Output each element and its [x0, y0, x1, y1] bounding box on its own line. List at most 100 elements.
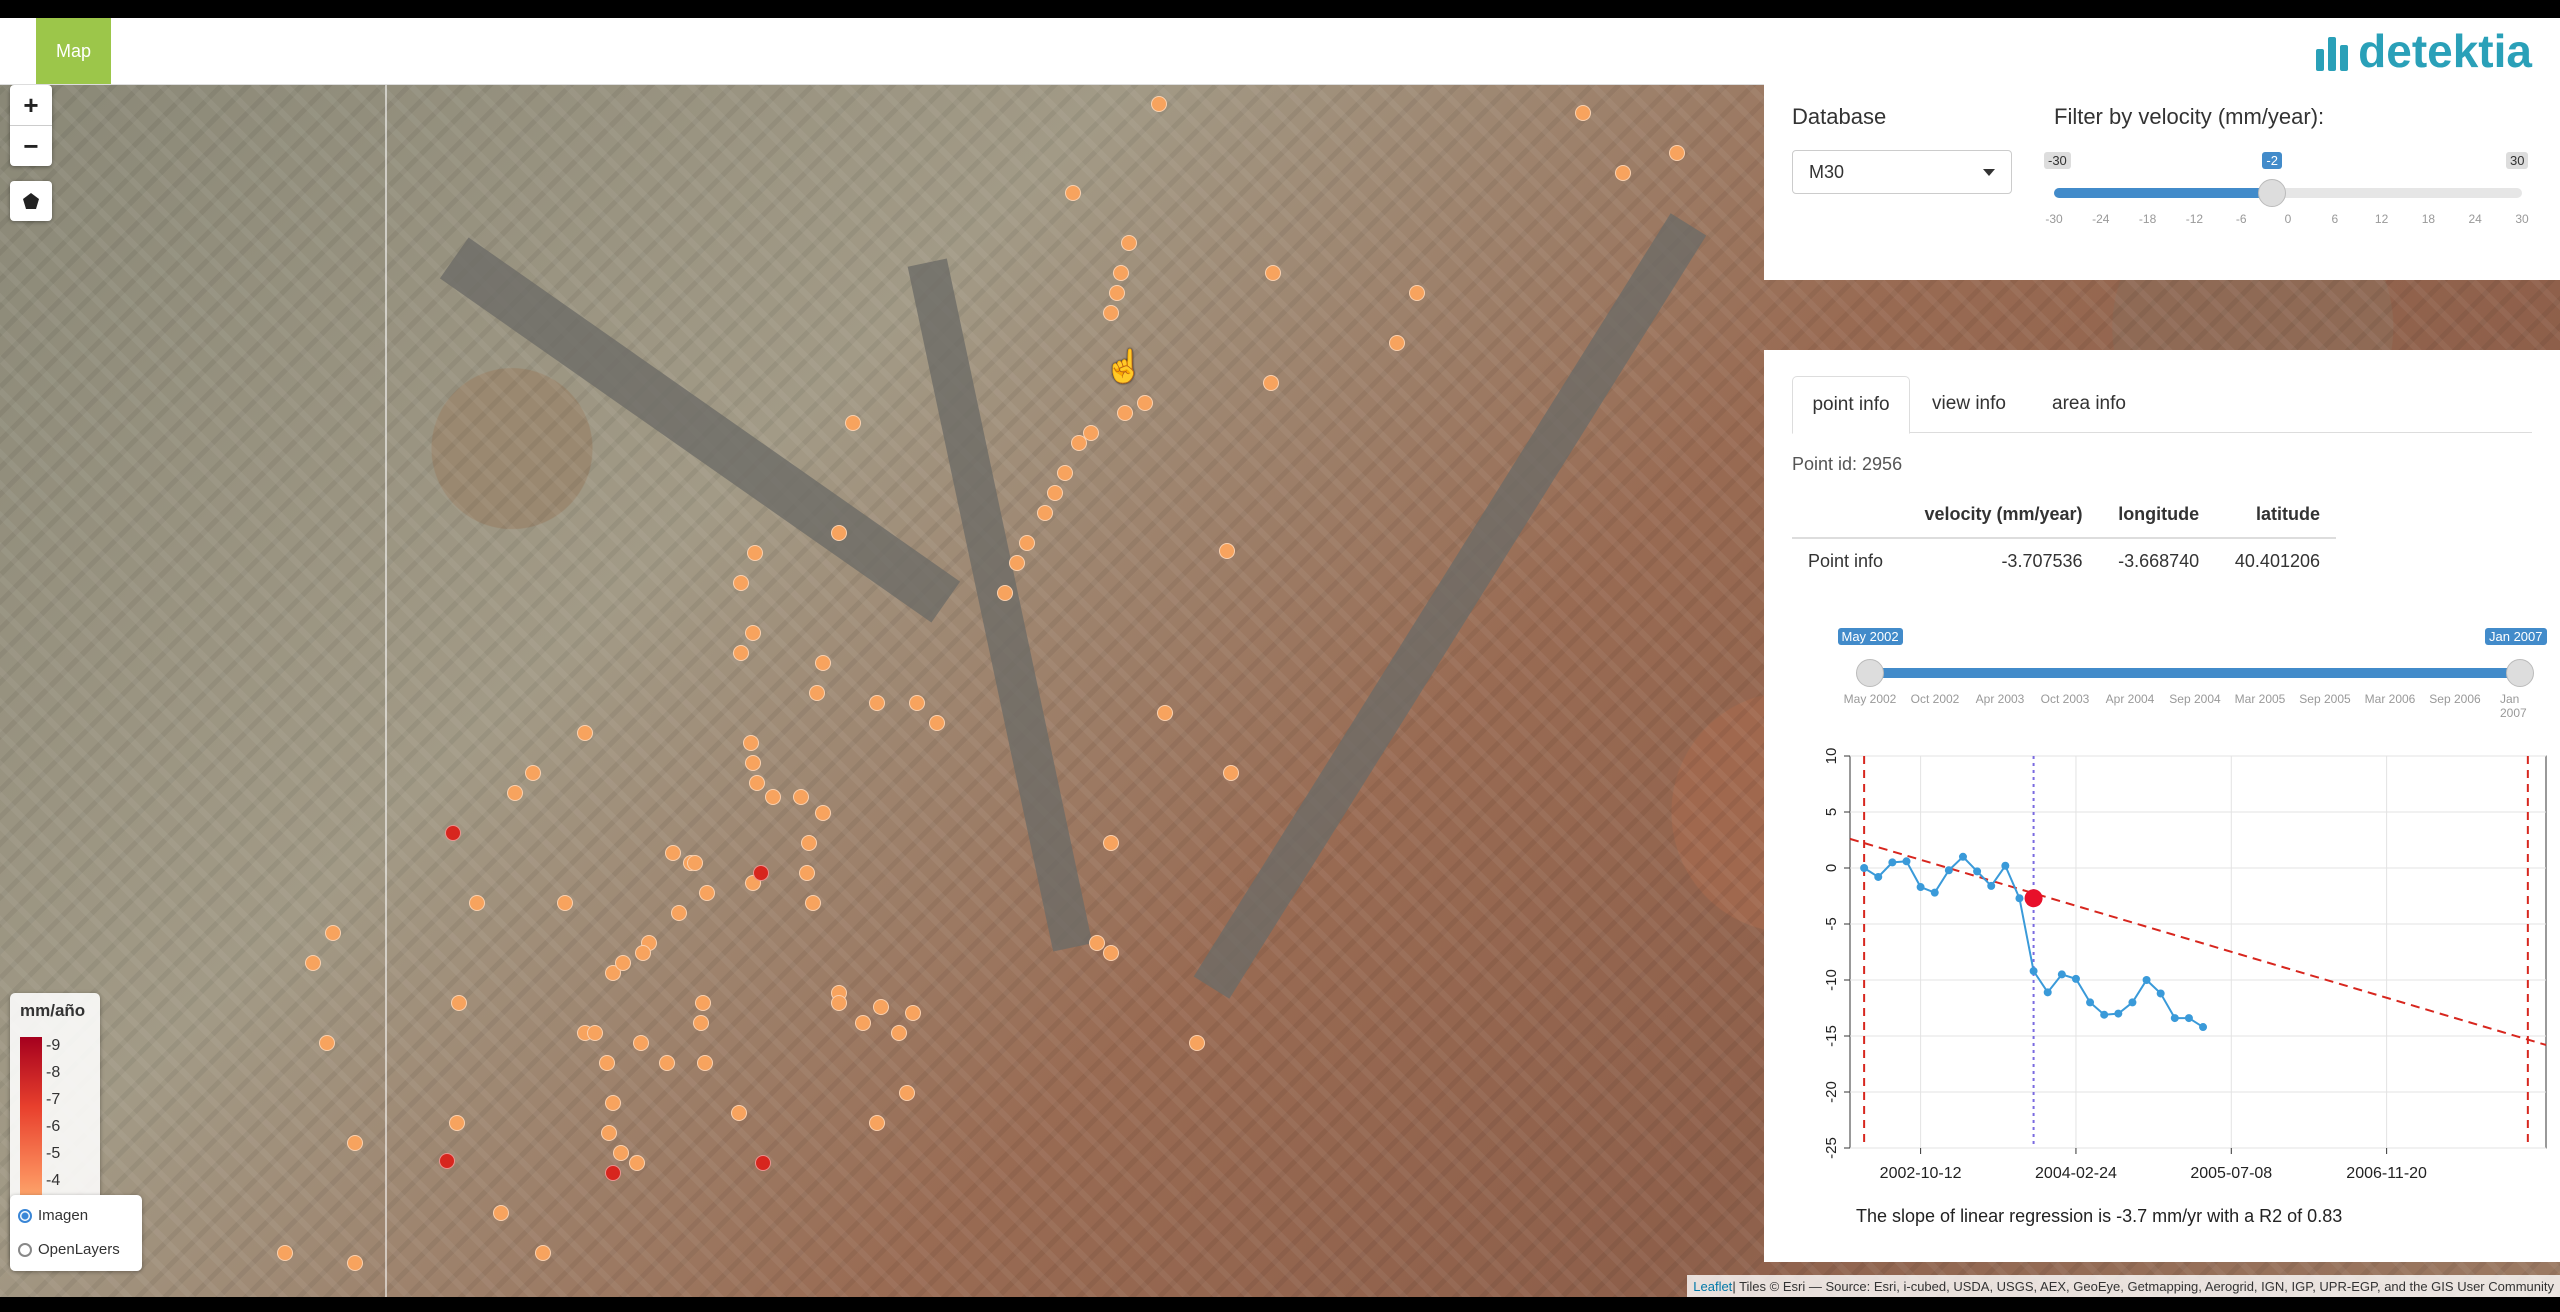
velocity-point-marker[interactable]: [869, 1115, 885, 1131]
velocity-point-marker[interactable]: [799, 865, 815, 881]
radio-icon[interactable]: [18, 1242, 32, 1257]
velocity-point-marker[interactable]: [747, 545, 763, 561]
database-select[interactable]: M30: [1792, 150, 2012, 194]
velocity-point-marker[interactable]: [929, 715, 945, 731]
velocity-point-marker[interactable]: [347, 1135, 363, 1151]
velocity-point-marker[interactable]: [577, 725, 593, 741]
velocity-point-marker[interactable]: [1109, 285, 1125, 301]
velocity-point-marker[interactable]: [507, 785, 523, 801]
velocity-point-marker[interactable]: [731, 1105, 747, 1121]
velocity-point-marker[interactable]: [687, 855, 703, 871]
velocity-point-marker[interactable]: [695, 995, 711, 1011]
velocity-point-marker[interactable]: [753, 865, 769, 881]
velocity-point-marker[interactable]: [1103, 835, 1119, 851]
velocity-point-marker[interactable]: [815, 805, 831, 821]
velocity-point-marker[interactable]: [1121, 235, 1137, 251]
velocity-point-marker[interactable]: [1615, 165, 1631, 181]
velocity-point-marker[interactable]: [1223, 765, 1239, 781]
radio-icon[interactable]: [18, 1208, 32, 1223]
velocity-point-marker[interactable]: [557, 895, 573, 911]
velocity-point-marker[interactable]: [1137, 395, 1153, 411]
velocity-point-marker[interactable]: [1117, 405, 1133, 421]
velocity-point-marker[interactable]: [1575, 105, 1591, 121]
velocity-point-marker[interactable]: [905, 1005, 921, 1021]
layer-option-imagen[interactable]: Imagen: [18, 1207, 88, 1224]
velocity-point-marker[interactable]: [629, 1155, 645, 1171]
velocity-point-marker[interactable]: [671, 905, 687, 921]
velocity-point-marker[interactable]: [1409, 285, 1425, 301]
velocity-point-marker[interactable]: [1389, 335, 1405, 351]
velocity-point-marker[interactable]: [613, 1145, 629, 1161]
velocity-point-marker[interactable]: [809, 685, 825, 701]
velocity-point-marker[interactable]: [1263, 375, 1279, 391]
velocity-point-marker[interactable]: [615, 955, 631, 971]
velocity-point-marker[interactable]: [605, 1095, 621, 1111]
velocity-point-marker[interactable]: [599, 1055, 615, 1071]
tab-map[interactable]: Map: [36, 18, 111, 84]
velocity-point-marker[interactable]: [1103, 945, 1119, 961]
velocity-point-marker[interactable]: [831, 525, 847, 541]
velocity-point-marker[interactable]: [493, 1205, 509, 1221]
velocity-point-marker[interactable]: [997, 585, 1013, 601]
velocity-point-marker[interactable]: [831, 995, 847, 1011]
velocity-point-marker[interactable]: [1047, 485, 1063, 501]
velocity-point-marker[interactable]: [347, 1255, 363, 1271]
velocity-point-marker[interactable]: [1189, 1035, 1205, 1051]
velocity-point-marker[interactable]: [1065, 185, 1081, 201]
velocity-point-marker[interactable]: [305, 955, 321, 971]
velocity-point-marker[interactable]: [451, 995, 467, 1011]
velocity-point-marker[interactable]: [633, 1035, 649, 1051]
velocity-slider-handle[interactable]: [2258, 179, 2287, 207]
velocity-point-marker[interactable]: [699, 885, 715, 901]
velocity-point-marker[interactable]: [665, 845, 681, 861]
zoom-out-button[interactable]: −: [10, 125, 52, 166]
velocity-point-marker[interactable]: [1151, 96, 1167, 112]
velocity-point-marker[interactable]: [745, 755, 761, 771]
velocity-point-marker[interactable]: [535, 1245, 551, 1261]
velocity-point-marker[interactable]: [1019, 535, 1035, 551]
velocity-point-marker[interactable]: [845, 415, 861, 431]
velocity-point-marker[interactable]: [815, 655, 831, 671]
velocity-point-marker[interactable]: [1089, 935, 1105, 951]
velocity-point-marker[interactable]: [605, 1165, 621, 1181]
velocity-point-marker[interactable]: [801, 835, 817, 851]
velocity-point-marker[interactable]: [1219, 543, 1235, 559]
velocity-point-marker[interactable]: [805, 895, 821, 911]
velocity-point-marker[interactable]: [469, 895, 485, 911]
zoom-in-button[interactable]: +: [10, 85, 52, 125]
polygon-draw-button[interactable]: [10, 181, 52, 221]
velocity-point-marker[interactable]: [793, 789, 809, 805]
velocity-point-marker[interactable]: [449, 1115, 465, 1131]
velocity-point-marker[interactable]: [873, 999, 889, 1015]
layer-option-openlayers[interactable]: OpenLayers: [18, 1241, 120, 1258]
velocity-point-marker[interactable]: [1071, 435, 1087, 451]
velocity-point-marker[interactable]: [1057, 465, 1073, 481]
velocity-point-marker[interactable]: [1113, 265, 1129, 281]
velocity-point-marker[interactable]: [1103, 305, 1119, 321]
velocity-point-marker[interactable]: [439, 1153, 455, 1169]
velocity-point-marker[interactable]: [765, 789, 781, 805]
leaflet-link[interactable]: Leaflet: [1693, 1279, 1732, 1294]
velocity-point-marker[interactable]: [587, 1025, 603, 1041]
velocity-point-marker[interactable]: [1157, 705, 1173, 721]
velocity-point-marker[interactable]: [743, 735, 759, 751]
velocity-point-marker[interactable]: [745, 625, 761, 641]
velocity-point-marker[interactable]: [1669, 145, 1685, 161]
velocity-point-marker[interactable]: [899, 1085, 915, 1101]
velocity-point-marker[interactable]: [325, 925, 341, 941]
velocity-point-marker[interactable]: [855, 1015, 871, 1031]
velocity-point-marker[interactable]: [635, 945, 651, 961]
velocity-point-marker[interactable]: [525, 765, 541, 781]
velocity-point-marker[interactable]: [277, 1245, 293, 1261]
velocity-point-marker[interactable]: [755, 1155, 771, 1171]
velocity-point-marker[interactable]: [733, 645, 749, 661]
velocity-point-marker[interactable]: [445, 825, 461, 841]
velocity-point-marker[interactable]: [659, 1055, 675, 1071]
velocity-slider-track[interactable]: [2054, 188, 2522, 198]
velocity-point-marker[interactable]: [693, 1015, 709, 1031]
velocity-point-marker[interactable]: [891, 1025, 907, 1041]
velocity-point-marker[interactable]: [733, 575, 749, 591]
velocity-point-marker[interactable]: [1009, 555, 1025, 571]
velocity-point-marker[interactable]: [909, 695, 925, 711]
velocity-point-marker[interactable]: [319, 1035, 335, 1051]
